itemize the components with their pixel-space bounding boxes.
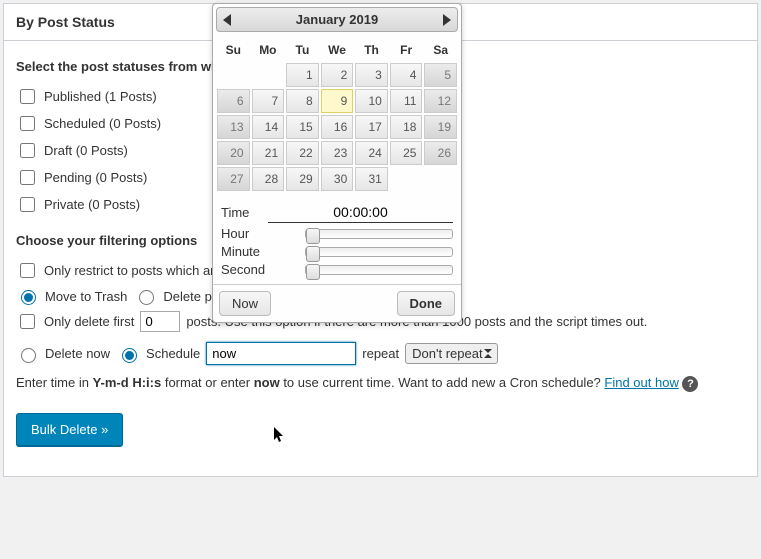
- time-label: Time: [221, 205, 264, 220]
- repeat-label: repeat: [362, 346, 399, 361]
- calendar-day[interactable]: 23: [321, 141, 354, 165]
- status-checkbox[interactable]: [20, 143, 35, 158]
- done-button[interactable]: Done: [397, 291, 456, 316]
- only-delete-first-label: Only delete first: [44, 314, 134, 329]
- status-checkbox[interactable]: [20, 116, 35, 131]
- calendar-day[interactable]: 17: [355, 115, 388, 139]
- dow-header: Th: [355, 39, 388, 61]
- find-out-how-link[interactable]: Find out how: [604, 375, 678, 390]
- calendar-day[interactable]: 4: [390, 63, 423, 87]
- restrict-age-checkbox[interactable]: [20, 263, 35, 278]
- calendar-day[interactable]: 29: [286, 167, 319, 191]
- calendar-day[interactable]: 12: [424, 89, 457, 113]
- calendar-day[interactable]: 19: [424, 115, 457, 139]
- calendar-day[interactable]: 26: [424, 141, 457, 165]
- calendar-day[interactable]: 9: [321, 89, 354, 113]
- delete-now-radio[interactable]: [21, 348, 36, 363]
- calendar-day[interactable]: 2: [321, 63, 354, 87]
- calendar-day[interactable]: 13: [217, 115, 250, 139]
- calendar-day[interactable]: 18: [390, 115, 423, 139]
- hint-now: now: [254, 375, 280, 390]
- calendar-day[interactable]: 10: [355, 89, 388, 113]
- schedule-radio[interactable]: [122, 348, 137, 363]
- schedule-label: Schedule: [146, 346, 200, 361]
- repeat-select[interactable]: Don't repeat: [405, 343, 497, 364]
- dow-header: Sa: [424, 39, 457, 61]
- dow-header: We: [321, 39, 354, 61]
- dow-header: Tu: [286, 39, 319, 61]
- calendar-day[interactable]: 3: [355, 63, 388, 87]
- calendar-day[interactable]: 1: [286, 63, 319, 87]
- move-trash-radio[interactable]: [21, 290, 36, 305]
- calendar-day[interactable]: 30: [321, 167, 354, 191]
- datepicker-title: January 2019: [296, 12, 378, 27]
- time-input[interactable]: [268, 202, 453, 223]
- hour-label: Hour: [221, 226, 301, 241]
- prev-month-icon[interactable]: [223, 14, 231, 26]
- calendar-day[interactable]: 25: [390, 141, 423, 165]
- calendar-day[interactable]: 21: [252, 141, 285, 165]
- hour-slider[interactable]: [305, 229, 453, 239]
- minute-label: Minute: [221, 244, 301, 259]
- when-row: Delete now Schedule repeat Don't repeat: [16, 342, 745, 365]
- datepicker-footer: Now Done: [213, 285, 461, 322]
- delete-now-label: Delete now: [45, 346, 110, 361]
- hint-format: Y-m-d H:i:s: [93, 375, 162, 390]
- datepicker-popup: January 2019 SuMoTuWeThFrSa1234567891011…: [212, 3, 462, 323]
- datepicker-header: January 2019: [216, 7, 458, 32]
- next-month-icon[interactable]: [443, 14, 451, 26]
- status-label: Published (1 Posts): [44, 89, 157, 104]
- status-checkbox[interactable]: [20, 197, 35, 212]
- calendar-day[interactable]: 16: [321, 115, 354, 139]
- dow-header: Su: [217, 39, 250, 61]
- second-slider[interactable]: [305, 265, 453, 275]
- help-icon[interactable]: ?: [682, 376, 698, 392]
- now-button[interactable]: Now: [219, 291, 271, 316]
- calendar-day[interactable]: 8: [286, 89, 319, 113]
- calendar-day[interactable]: 14: [252, 115, 285, 139]
- status-label: Scheduled (0 Posts): [44, 116, 161, 131]
- calendar-day[interactable]: 28: [252, 167, 285, 191]
- status-label: Private (0 Posts): [44, 197, 140, 212]
- status-label: Draft (0 Posts): [44, 143, 128, 158]
- calendar-day[interactable]: 7: [252, 89, 285, 113]
- schedule-time-input[interactable]: [206, 342, 356, 365]
- status-label: Pending (0 Posts): [44, 170, 147, 185]
- calendar-grid: SuMoTuWeThFrSa12345678910111213141516171…: [213, 35, 461, 195]
- only-delete-first-checkbox[interactable]: [20, 314, 35, 329]
- delete-perm-radio[interactable]: [139, 290, 154, 305]
- dow-header: Fr: [390, 39, 423, 61]
- calendar-day[interactable]: 27: [217, 167, 250, 191]
- bulk-delete-button[interactable]: Bulk Delete »: [16, 413, 123, 446]
- calendar-day[interactable]: 15: [286, 115, 319, 139]
- calendar-day[interactable]: 11: [390, 89, 423, 113]
- calendar-day[interactable]: 6: [217, 89, 250, 113]
- time-section: Time Hour Minute Second: [213, 195, 461, 285]
- calendar-day[interactable]: 22: [286, 141, 319, 165]
- status-checkbox[interactable]: [20, 170, 35, 185]
- calendar-day[interactable]: 31: [355, 167, 388, 191]
- only-delete-first-input[interactable]: [140, 311, 180, 332]
- calendar-day[interactable]: 24: [355, 141, 388, 165]
- dow-header: Mo: [252, 39, 285, 61]
- schedule-hint: Enter time in Y-m-d H:i:s format or ente…: [16, 375, 745, 392]
- minute-slider[interactable]: [305, 247, 453, 257]
- second-label: Second: [221, 262, 301, 277]
- calendar-day[interactable]: 5: [424, 63, 457, 87]
- calendar-day[interactable]: 20: [217, 141, 250, 165]
- move-trash-label: Move to Trash: [45, 289, 127, 304]
- status-checkbox[interactable]: [20, 89, 35, 104]
